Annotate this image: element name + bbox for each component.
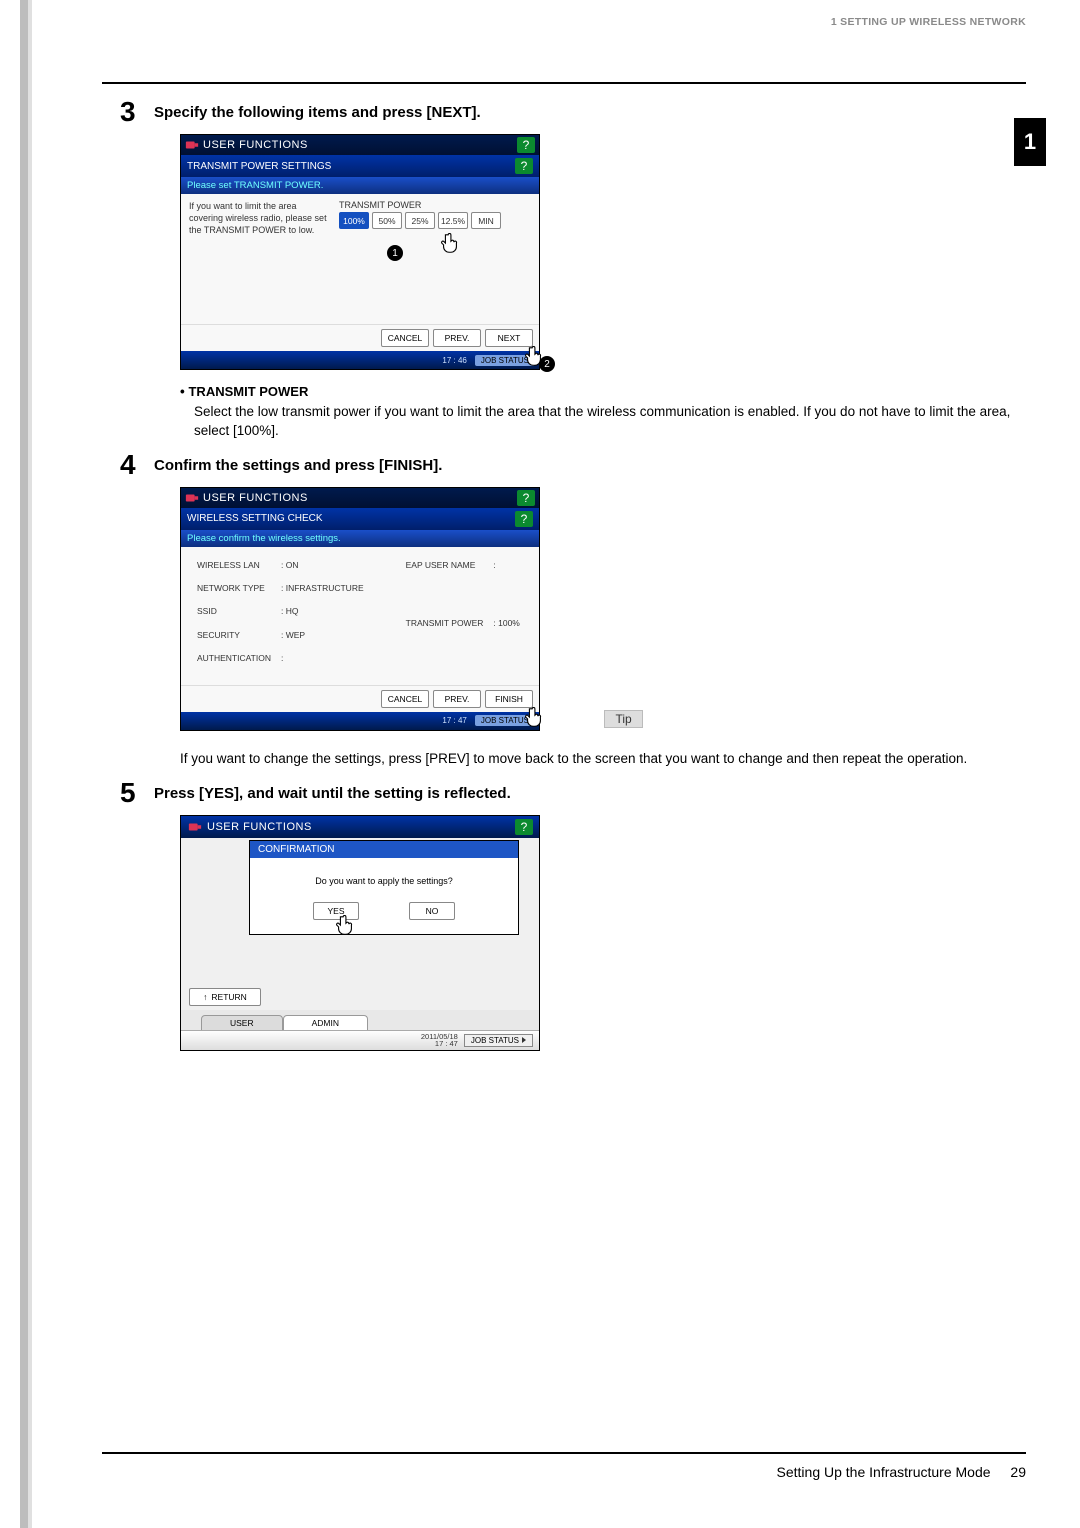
return-button[interactable]: ↑ RETURN	[189, 988, 261, 1006]
step3-title: Specify the following items and press [N…	[154, 98, 481, 121]
pointer-hand-icon: 2	[523, 346, 545, 373]
tab-user[interactable]: USER	[201, 1015, 283, 1030]
help-icon[interactable]: ?	[517, 490, 535, 506]
footer-rule	[102, 1452, 1026, 1454]
step4-number: 4	[120, 451, 154, 479]
page-number: 29	[1010, 1464, 1026, 1480]
confirmation-dialog: CONFIRMATION Do you want to apply the se…	[249, 840, 519, 935]
job-status-button[interactable]: JOB STATUS	[464, 1034, 533, 1047]
instruction-text: Please set TRANSMIT POWER.	[181, 177, 539, 194]
dialog-title: CONFIRMATION	[250, 841, 518, 858]
status-time: 17 : 46	[438, 356, 470, 365]
transmit-power-label: TRANSMIT POWER	[339, 200, 531, 210]
step5-title: Press [YES], and wait until the setting …	[154, 779, 511, 802]
pointer-hand-icon: 1	[369, 233, 531, 260]
tip-text: If you want to change the settings, pres…	[180, 749, 1026, 769]
settings-left-column: WIRELESS LAN: ON NETWORK TYPE: INFRASTRU…	[191, 557, 370, 675]
tp-option-12-5[interactable]: 12.5%	[438, 212, 468, 229]
body-note: If you want to limit the area covering w…	[189, 200, 339, 318]
help-icon[interactable]: ?	[517, 137, 535, 153]
callout-badge-1: 1	[387, 245, 403, 261]
help-icon[interactable]: ?	[515, 511, 533, 527]
header-rule	[102, 82, 1026, 84]
titlebar-text: USER FUNCTIONS	[203, 492, 517, 504]
instruction-text: Please confirm the wireless settings.	[181, 530, 539, 547]
help-icon[interactable]: ?	[515, 158, 533, 174]
subtitle-text: WIRELESS SETTING CHECK	[187, 513, 323, 524]
screenshot-transmit-power: USER FUNCTIONS ? TRANSMIT POWER SETTINGS…	[180, 134, 540, 370]
cancel-button[interactable]: CANCEL	[381, 690, 429, 708]
pointer-hand-icon	[523, 707, 545, 734]
chevron-right-icon	[522, 1037, 526, 1043]
step4-title: Confirm the settings and press [FINISH].	[154, 451, 442, 474]
screenshot-wireless-check: USER FUNCTIONS ? WIRELESS SETTING CHECK …	[180, 487, 540, 731]
footer: Setting Up the Infrastructure Mode 29	[777, 1464, 1026, 1480]
next-button[interactable]: NEXT	[485, 329, 533, 347]
settings-right-column: EAP USER NAME: TRANSMIT POWER: 100%	[400, 557, 526, 675]
subtitle-text: TRANSMIT POWER SETTINGS	[187, 161, 331, 172]
step3-number: 3	[120, 98, 154, 126]
device-icon	[187, 820, 203, 834]
tp-option-min[interactable]: MIN	[471, 212, 501, 229]
device-icon	[185, 491, 199, 505]
tp-option-100[interactable]: 100%	[339, 212, 369, 229]
help-icon[interactable]: ?	[515, 819, 533, 835]
footer-title: Setting Up the Infrastructure Mode	[777, 1464, 991, 1480]
prev-button[interactable]: PREV.	[433, 690, 481, 708]
titlebar-text: USER FUNCTIONS	[203, 139, 517, 151]
tip-label: Tip	[604, 710, 642, 728]
pointer-hand-icon	[334, 915, 356, 939]
status-time: 17 : 47	[438, 716, 470, 725]
device-icon	[185, 138, 199, 152]
cancel-button[interactable]: CANCEL	[381, 329, 429, 347]
finish-button[interactable]: FINISH	[485, 690, 533, 708]
step5-number: 5	[120, 779, 154, 807]
titlebar-text: USER FUNCTIONS	[207, 821, 515, 833]
dialog-message: Do you want to apply the settings?	[258, 876, 510, 886]
bullet-title: TRANSMIT POWER	[188, 384, 308, 399]
callout-badge-2: 2	[539, 356, 555, 372]
screenshot-confirmation: USER FUNCTIONS ? CONFIRMATION Do you wan…	[180, 815, 540, 1051]
prev-button[interactable]: PREV.	[433, 329, 481, 347]
header-section: 1 SETTING UP WIRELESS NETWORK	[831, 16, 1026, 28]
yes-button[interactable]: YES	[313, 902, 359, 920]
tab-admin[interactable]: ADMIN	[283, 1015, 368, 1030]
tp-option-25[interactable]: 25%	[405, 212, 435, 229]
bullet-description: Select the low transmit power if you wan…	[180, 402, 1026, 441]
up-arrow-icon: ↑	[203, 992, 207, 1002]
status-datetime: 2011/05/18 17 : 47	[421, 1033, 458, 1048]
no-button[interactable]: NO	[409, 902, 455, 920]
tp-option-50[interactable]: 50%	[372, 212, 402, 229]
